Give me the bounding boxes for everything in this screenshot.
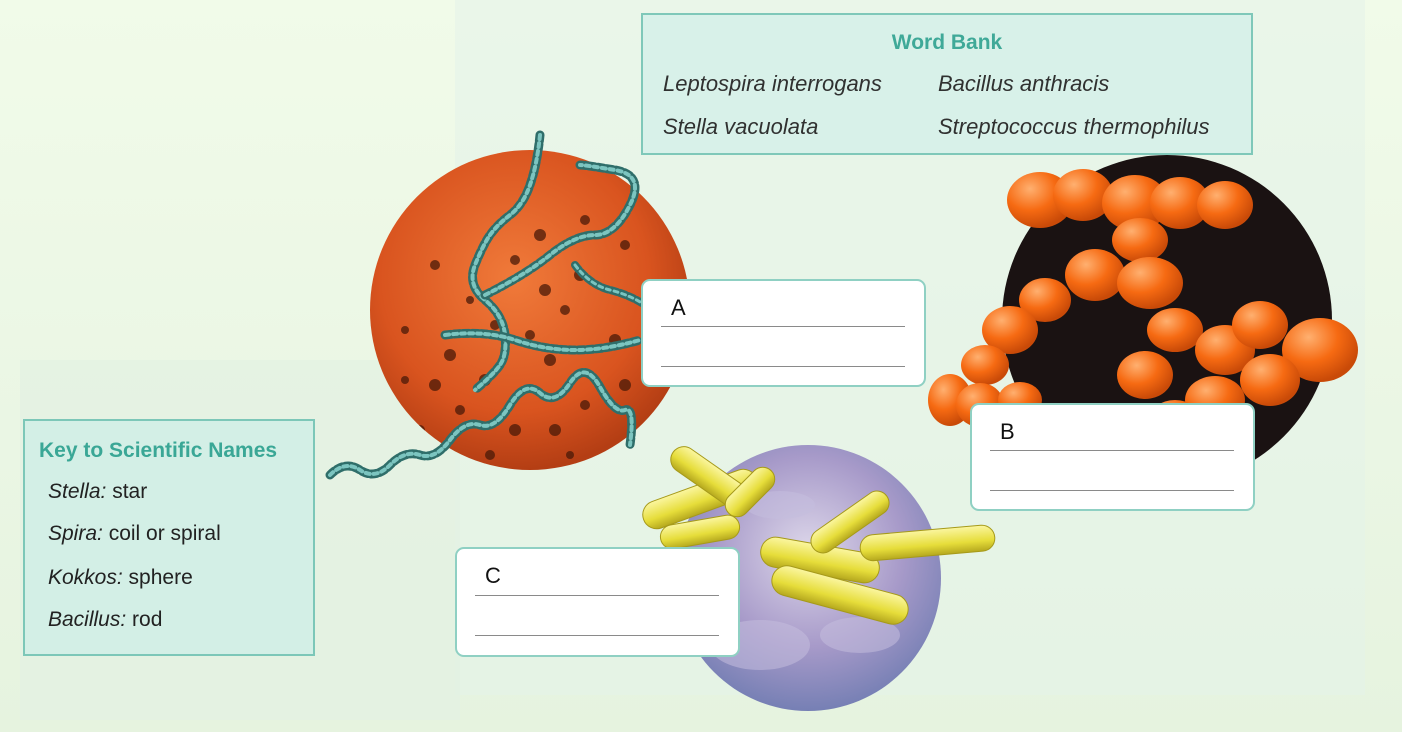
word-bank-term: Streptococcus thermophilus (938, 114, 1210, 139)
key-meaning: coil or spiral (102, 522, 221, 545)
answer-line[interactable] (475, 595, 719, 596)
word-bank-term: Leptospira interrogans (663, 71, 882, 96)
label-letter-c: C (485, 563, 501, 588)
answer-line[interactable] (990, 490, 1234, 491)
key-term: Spira: (48, 522, 103, 545)
key-item: Stella: star (48, 480, 147, 504)
key-term: Kokkos: (48, 566, 123, 589)
key-to-scientific-names-box: Key to Scientific Names Stella: star Spi… (23, 419, 315, 656)
word-bank-title: Word Bank (891, 31, 1003, 54)
key-item: Bacillus: rod (48, 608, 162, 632)
answer-line[interactable] (475, 635, 719, 636)
word-bank-term: Bacillus anthracis (938, 71, 1110, 96)
key-meaning: rod (126, 608, 163, 631)
answer-line[interactable] (661, 366, 905, 367)
answer-box-c[interactable]: C (455, 547, 740, 657)
answer-box-b[interactable]: B (970, 403, 1255, 511)
key-item: Spira: coil or spiral (48, 522, 221, 546)
key-title: Key to Scientific Names (39, 439, 278, 462)
key-item: Kokkos: sphere (48, 566, 193, 590)
word-bank-box: Word Bank Leptospira interrogans Bacillu… (641, 13, 1253, 155)
key-term: Bacillus: (48, 608, 127, 631)
answer-box-a[interactable]: A (641, 279, 926, 387)
label-letter-b: B (1000, 419, 1015, 444)
key-meaning: star (106, 480, 148, 503)
answer-line[interactable] (661, 326, 905, 327)
label-letter-a: A (671, 295, 686, 320)
key-term: Stella: (48, 480, 107, 503)
answer-line[interactable] (990, 450, 1234, 451)
key-meaning: sphere (122, 566, 193, 589)
